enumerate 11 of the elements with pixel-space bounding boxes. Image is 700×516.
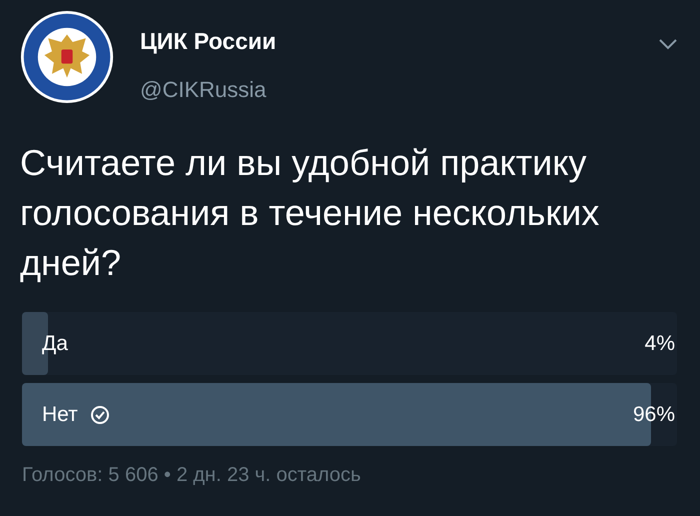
option-label: Нет xyxy=(42,402,78,426)
option-percent: 4% xyxy=(644,332,675,356)
option-label: Да xyxy=(42,332,68,356)
poll-footer: Голосов: 5 606 • 2 дн. 23 ч. осталось xyxy=(22,464,700,487)
check-icon xyxy=(90,404,110,424)
option-percent: 96% xyxy=(632,402,675,426)
author-handle[interactable]: @CIKRussia xyxy=(140,77,276,103)
tweet-text: Считаете ли вы удобной практику голосования в течение нескольких дней? xyxy=(20,141,600,285)
chevron-down-icon[interactable] xyxy=(658,38,678,50)
author-name[interactable]: ЦИК России xyxy=(140,28,276,55)
emblem-icon[interactable] xyxy=(20,10,114,104)
